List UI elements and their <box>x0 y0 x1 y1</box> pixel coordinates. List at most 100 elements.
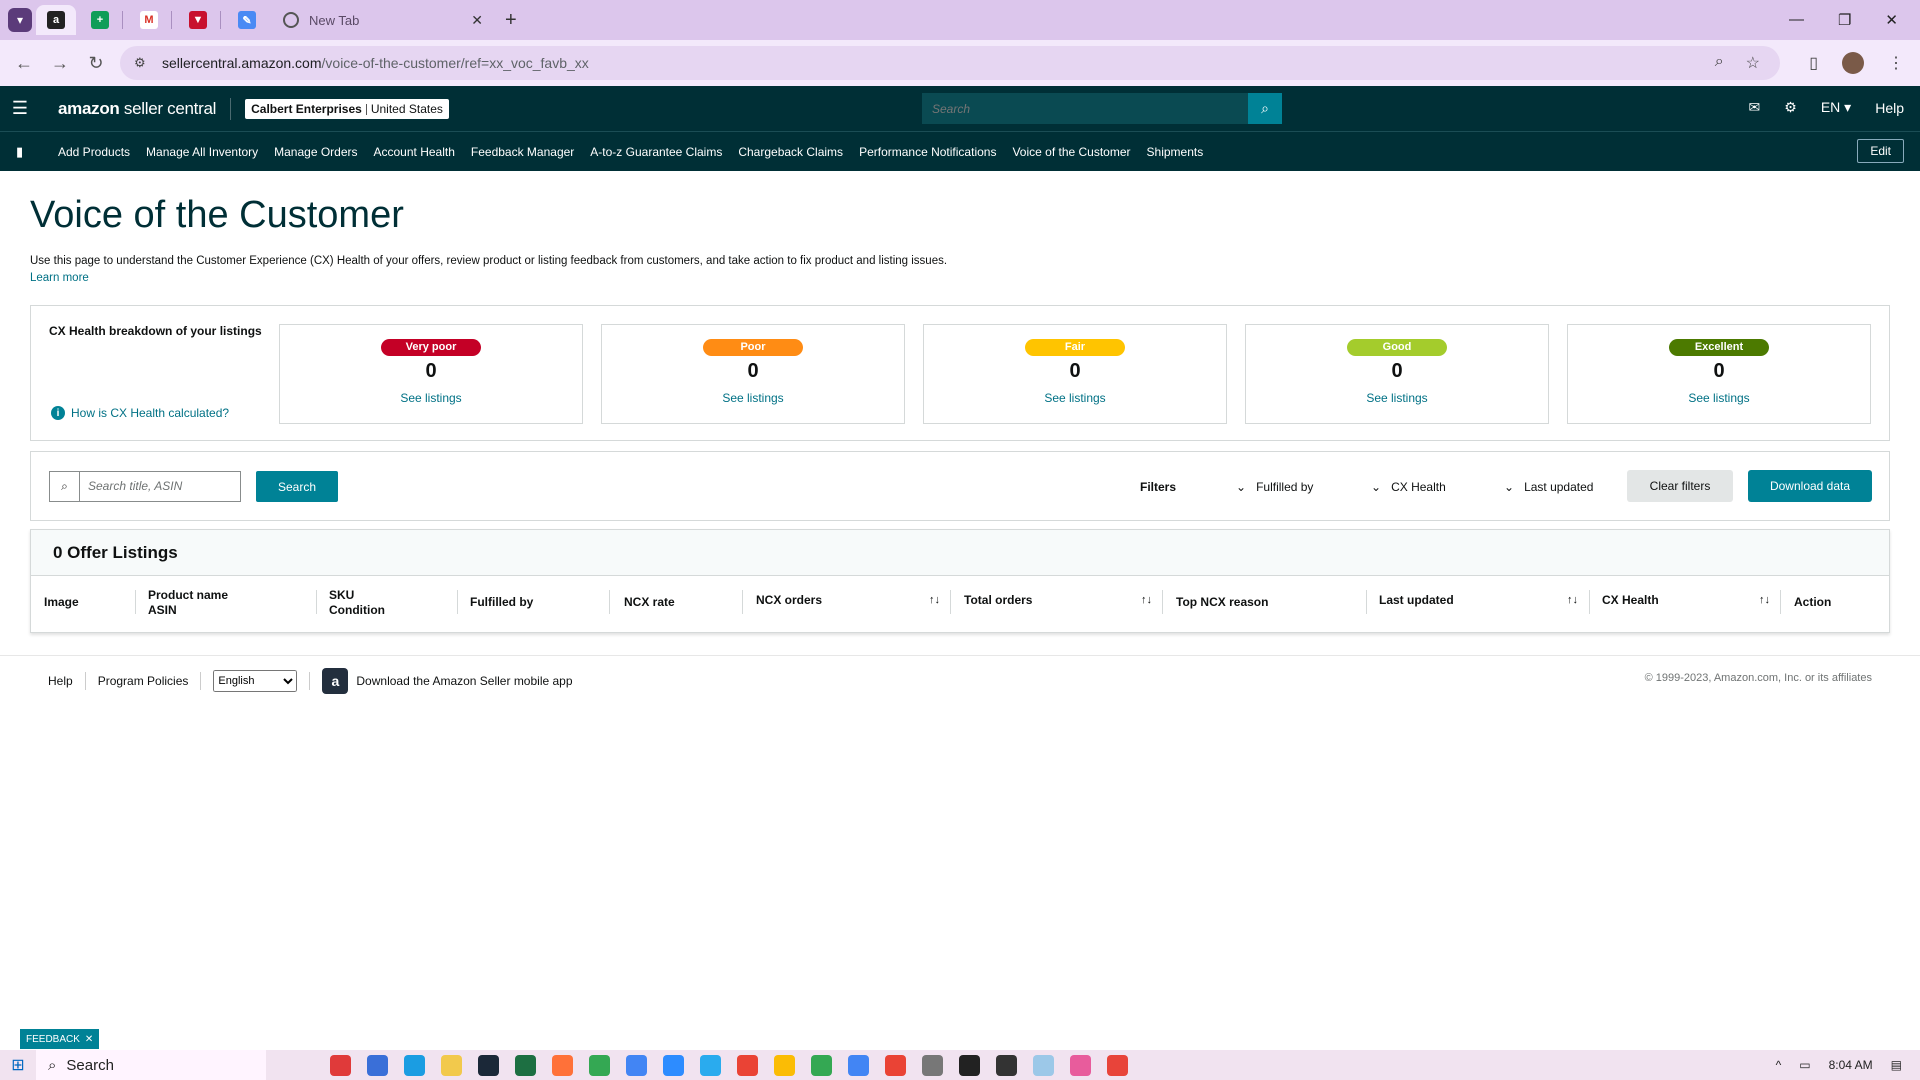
feedback-tab[interactable]: FEEDBACK ✕ <box>20 1029 100 1049</box>
last-updated-dropdown[interactable]: ⌄ Last updated <box>1504 480 1593 494</box>
tab-pen[interactable]: ✎ <box>227 5 267 35</box>
see-listings-link[interactable]: See listings <box>602 391 904 405</box>
chevron-up-icon[interactable]: ^ <box>1776 1058 1782 1072</box>
back-icon[interactable]: ← <box>6 53 42 74</box>
notepad-icon[interactable] <box>1033 1054 1054 1076</box>
mail-icon[interactable]: ✉ <box>1749 99 1761 116</box>
nav-account-health[interactable]: Account Health <box>374 145 455 159</box>
sort-icon[interactable]: ↑↓ <box>929 594 940 606</box>
chrome-icon[interactable] <box>885 1054 906 1076</box>
tab-search-icon[interactable]: ▾ <box>8 8 32 32</box>
zoom-icon[interactable]: ⌕ <box>1715 53 1724 73</box>
telegram-icon[interactable] <box>700 1054 721 1076</box>
close-icon[interactable]: ✕ <box>85 1034 93 1045</box>
settings-gear-icon[interactable]: ⚙ <box>1784 99 1797 116</box>
side-panel-icon[interactable]: ▯ <box>1809 53 1818 73</box>
sort-icon[interactable]: ↑↓ <box>1141 594 1152 606</box>
clear-filters-button[interactable]: Clear filters <box>1627 470 1733 502</box>
see-listings-link[interactable]: See listings <box>280 391 582 405</box>
sticky-notes-icon[interactable] <box>996 1054 1017 1076</box>
zoom-icon[interactable] <box>663 1054 684 1076</box>
app-icon[interactable] <box>367 1054 388 1076</box>
tab-gmail[interactable]: M <box>129 5 169 35</box>
chrome-icon[interactable] <box>626 1054 647 1076</box>
profile-avatar[interactable] <box>1842 52 1864 74</box>
listing-search-input[interactable]: Search title, ASIN <box>80 472 182 501</box>
health-count: 0 <box>1391 360 1403 382</box>
windows-start-icon[interactable]: ⊞ <box>0 1055 36 1075</box>
notification-icon[interactable]: ▤ <box>1891 1058 1902 1072</box>
calculator-icon[interactable] <box>922 1054 943 1076</box>
see-listings-link[interactable]: See listings <box>1568 391 1870 405</box>
nav-manage-orders[interactable]: Manage Orders <box>274 145 357 159</box>
nav-a-to-z-claims[interactable]: A-to-z Guarantee Claims <box>590 145 722 159</box>
language-selector[interactable]: EN ▾ <box>1821 99 1851 116</box>
browser-menu-icon[interactable]: ⋮ <box>1888 53 1904 73</box>
nav-voice-of-customer[interactable]: Voice of the Customer <box>1012 145 1130 159</box>
copyright-text: © 1999-2023, Amazon.com, Inc. or its aff… <box>1644 672 1872 684</box>
footer-help-link[interactable]: Help <box>48 674 73 688</box>
clock[interactable]: 8:04 AM <box>1829 1058 1873 1072</box>
close-window-icon[interactable]: ✕ <box>1885 11 1898 29</box>
bookmark-star-icon[interactable]: ☆ <box>1746 53 1760 73</box>
steam-icon[interactable] <box>478 1054 499 1076</box>
bookmark-icon[interactable]: ▮ <box>16 144 32 160</box>
sort-icon[interactable]: ↑↓ <box>1567 594 1578 606</box>
tab-new-tab[interactable]: New Tab ✕ <box>273 5 493 35</box>
tab-sheets[interactable]: + <box>80 5 120 35</box>
taskbar-search[interactable]: ⌕ Search <box>36 1050 266 1080</box>
cx-health-calc-link[interactable]: i How is CX Health calculated? <box>51 406 229 420</box>
battery-icon[interactable]: ▭ <box>1799 1058 1810 1072</box>
nav-add-products[interactable]: Add Products <box>58 145 130 159</box>
header-search-input[interactable] <box>922 93 1248 124</box>
edit-nav-button[interactable]: Edit <box>1857 139 1904 163</box>
nav-manage-inventory[interactable]: Manage All Inventory <box>146 145 258 159</box>
reload-icon[interactable]: ↻ <box>78 53 114 74</box>
app-icon[interactable] <box>959 1054 980 1076</box>
hamburger-menu-icon[interactable]: ☰ <box>0 98 40 119</box>
account-switcher[interactable]: Calbert Enterprises United States <box>245 98 449 119</box>
nav-performance-notifications[interactable]: Performance Notifications <box>859 145 996 159</box>
minimize-icon[interactable]: — <box>1789 11 1804 29</box>
see-listings-link[interactable]: See listings <box>1246 391 1548 405</box>
edge-icon[interactable] <box>404 1054 425 1076</box>
nav-chargeback-claims[interactable]: Chargeback Claims <box>738 145 843 159</box>
download-app-link[interactable]: Download the Amazon Seller mobile app <box>356 674 572 688</box>
excel-icon[interactable] <box>515 1054 536 1076</box>
footer-language-select[interactable]: English <box>213 670 298 692</box>
cx-health-dropdown[interactable]: ⌄ CX Health <box>1371 480 1446 494</box>
chrome-icon[interactable] <box>737 1054 758 1076</box>
firefox-icon[interactable] <box>552 1054 573 1076</box>
chrome-icon[interactable] <box>811 1054 832 1076</box>
col-cx-health: CX Health <box>1602 593 1659 607</box>
fulfilled-by-dropdown[interactable]: ⌄ Fulfilled by <box>1236 480 1313 494</box>
forward-icon[interactable]: → <box>42 53 78 74</box>
tab-vpn[interactable]: ▼ <box>178 5 218 35</box>
health-card-very-poor: Very poor 0 See listings <box>279 324 583 424</box>
chrome-icon[interactable] <box>774 1054 795 1076</box>
folder-icon[interactable] <box>441 1054 462 1076</box>
listing-search-box[interactable]: ⌕ Search title, ASIN <box>49 471 241 502</box>
seller-central-logo[interactable]: amazon seller central <box>58 99 216 119</box>
chrome-icon[interactable] <box>589 1054 610 1076</box>
restore-icon[interactable]: ❐ <box>1838 11 1851 29</box>
paint-icon[interactable] <box>1070 1054 1091 1076</box>
chrome-icon[interactable] <box>848 1054 869 1076</box>
help-link[interactable]: Help <box>1875 100 1904 116</box>
app-icon[interactable] <box>330 1054 351 1076</box>
learn-more-link[interactable]: Learn more <box>30 272 89 284</box>
footer-policies-link[interactable]: Program Policies <box>98 674 189 688</box>
new-tab-button[interactable]: + <box>505 9 517 32</box>
sort-icon[interactable]: ↑↓ <box>1759 594 1770 606</box>
app-icon[interactable] <box>1107 1054 1128 1076</box>
see-listings-link[interactable]: See listings <box>924 391 1226 405</box>
header-search-button[interactable]: ⌕ <box>1248 93 1282 124</box>
url-field[interactable]: ⚙ sellercentral.amazon.com/voice-of-the-… <box>120 46 1780 80</box>
nav-feedback-manager[interactable]: Feedback Manager <box>471 145 574 159</box>
download-data-button[interactable]: Download data <box>1748 470 1872 502</box>
close-tab-icon[interactable]: ✕ <box>471 12 483 29</box>
site-info-icon[interactable]: ⚙ <box>134 55 150 71</box>
tab-amazon[interactable]: a <box>36 5 76 35</box>
search-button[interactable]: Search <box>256 471 338 502</box>
nav-shipments[interactable]: Shipments <box>1147 145 1204 159</box>
